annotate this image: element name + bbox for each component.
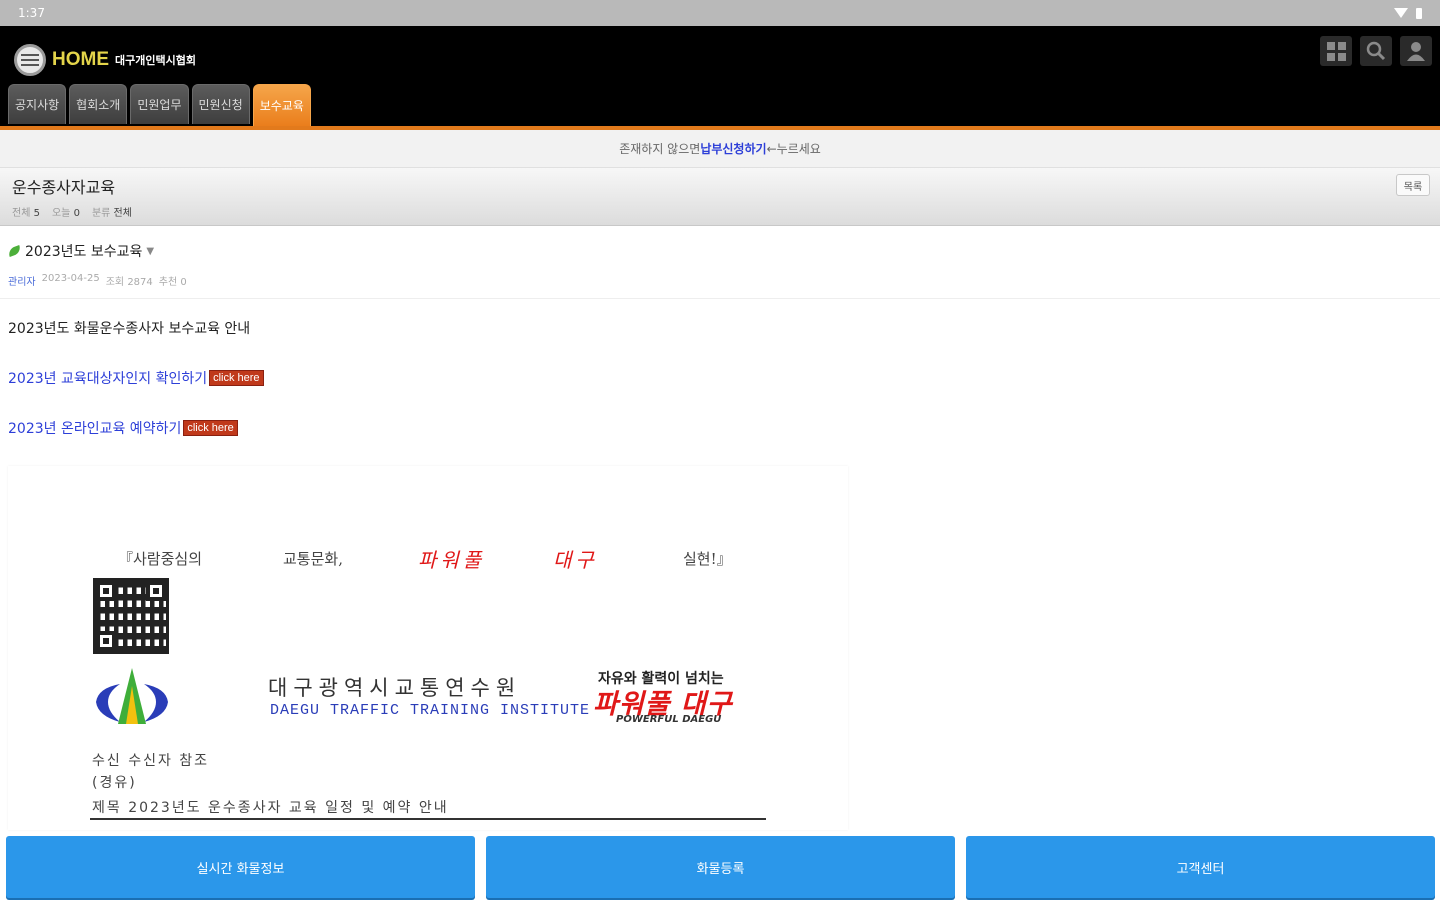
reserve-row[interactable]: 2023년 온라인교육 예약하기 click here	[8, 418, 238, 438]
reserve-link[interactable]: 2023년 온라인교육 예약하기	[8, 418, 181, 438]
doc-via: (경유)	[92, 775, 137, 791]
institute-emblem-icon	[96, 668, 168, 724]
post-header: 2023년도 보수교육 ▼ 관리자 2023-04-25 조회 2874 추천 …	[0, 227, 1440, 299]
institute-name-en: DAEGU TRAFFIC TRAINING INSTITUTE	[270, 702, 591, 719]
customer-center-button[interactable]: 고객센터	[966, 836, 1435, 898]
post-title: 2023년도 보수교육	[25, 244, 143, 260]
document-image: 『사람중심의 교통문화, 파워풀 대구 실현!』 대구광역시교통연수원 DAEG…	[8, 466, 848, 830]
tab-notice[interactable]: 공지사항	[8, 84, 67, 124]
tab-civil-request[interactable]: 민원신청	[191, 84, 250, 124]
doc-divider	[90, 818, 766, 820]
home-logo[interactable]: HOME 대구개인택시협회	[14, 44, 196, 76]
main-tabs: 공지사항 협회소개 민원업무 민원신청 보수교육	[8, 84, 311, 126]
click-here-button[interactable]: click here	[183, 420, 238, 436]
logo-home-text: HOME	[52, 49, 109, 70]
board-header: 운수종사자교육 전체 5 오늘 0 분류 전체 목록	[0, 168, 1440, 226]
bottom-nav: 실시간 화물정보 화물등록 고객센터	[0, 832, 1440, 900]
board-title: 운수종사자교육	[12, 178, 116, 197]
post-recommend: 추천 0	[158, 277, 187, 288]
notice-prefix: 존재하지 않으면	[619, 142, 701, 156]
user-icon[interactable]	[1400, 36, 1432, 66]
institute-name-kr: 대구광역시교통연수원	[268, 676, 522, 700]
qr-code	[93, 578, 169, 654]
stat-category: 분류 전체	[91, 208, 132, 219]
check-target-link[interactable]: 2023년 교육대상자인지 확인하기	[8, 368, 207, 388]
stat-total: 전체 5	[12, 208, 40, 219]
post-author[interactable]: 관리자	[8, 273, 36, 288]
tab-civil-service[interactable]: 민원업무	[130, 84, 189, 124]
doc-subject: 제목 2023년도 운수종사자 교육 일정 및 예약 안내	[92, 800, 449, 816]
click-here-button[interactable]: click here	[209, 370, 264, 386]
check-target-row[interactable]: 2023년 교육대상자인지 확인하기 click here	[8, 368, 264, 388]
post-title-row[interactable]: 2023년도 보수교육 ▼	[7, 241, 154, 261]
stat-today: 오늘 0	[51, 208, 80, 219]
notice-link[interactable]: 납부신청하기	[700, 140, 766, 157]
menu-icon[interactable]	[14, 44, 46, 76]
chevron-down-icon[interactable]: ▼	[146, 246, 154, 257]
grid-icon[interactable]	[1320, 36, 1352, 66]
status-bar: 1:37	[0, 0, 1440, 26]
tab-about[interactable]: 협회소개	[69, 84, 128, 124]
search-icon[interactable]	[1360, 36, 1392, 66]
leaf-icon	[7, 245, 22, 257]
realtime-freight-button[interactable]: 실시간 화물정보	[6, 836, 475, 898]
post-intro: 2023년도 화물운수종사자 보수교육 안내	[8, 321, 251, 337]
list-button[interactable]: 목록	[1396, 174, 1430, 196]
board-stats: 전체 5 오늘 0 분류 전체	[12, 204, 132, 219]
post-meta: 관리자 2023-04-25 조회 2874 추천 0	[8, 273, 187, 288]
notice-bar: 존재하지 않으면 납부신청하기 ←누르세요	[0, 130, 1440, 168]
doc-recipient: 수신 수신자 참조	[92, 753, 210, 769]
notice-suffix: ←누르세요	[766, 142, 821, 156]
header-icons	[1320, 36, 1432, 66]
logo-sub-text: 대구개인택시협회	[115, 54, 196, 67]
battery-icon	[1416, 7, 1422, 19]
tab-training[interactable]: 보수교육	[252, 84, 311, 126]
post-date: 2023-04-25	[41, 273, 100, 284]
powerful-daegu-en: POWERFUL DAEGU	[616, 714, 722, 725]
system-icons	[1394, 7, 1422, 19]
freight-register-button[interactable]: 화물등록	[486, 836, 955, 898]
post-views: 조회 2874	[105, 277, 153, 288]
wifi-icon	[1394, 8, 1408, 18]
status-time: 1:37	[18, 6, 45, 20]
app-header: HOME 대구개인택시협회 공지사항 협회소개 민원업무 민원신청 보수교육	[0, 26, 1440, 126]
